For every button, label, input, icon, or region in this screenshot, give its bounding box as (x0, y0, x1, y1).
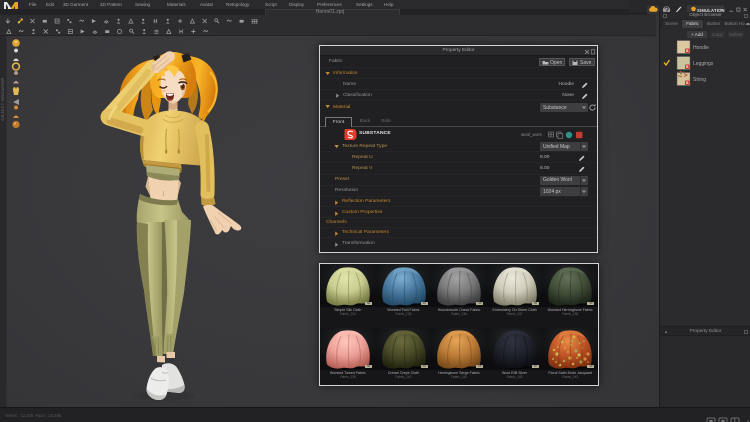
svg-text:S: S (686, 80, 689, 85)
svg-text:Hoodie: Hoodie (693, 45, 709, 51)
svg-text:S: S (686, 64, 689, 69)
svg-text:S: S (686, 48, 689, 53)
svg-text:Leggings: Leggings (693, 61, 714, 67)
svg-text:String: String (693, 77, 706, 83)
